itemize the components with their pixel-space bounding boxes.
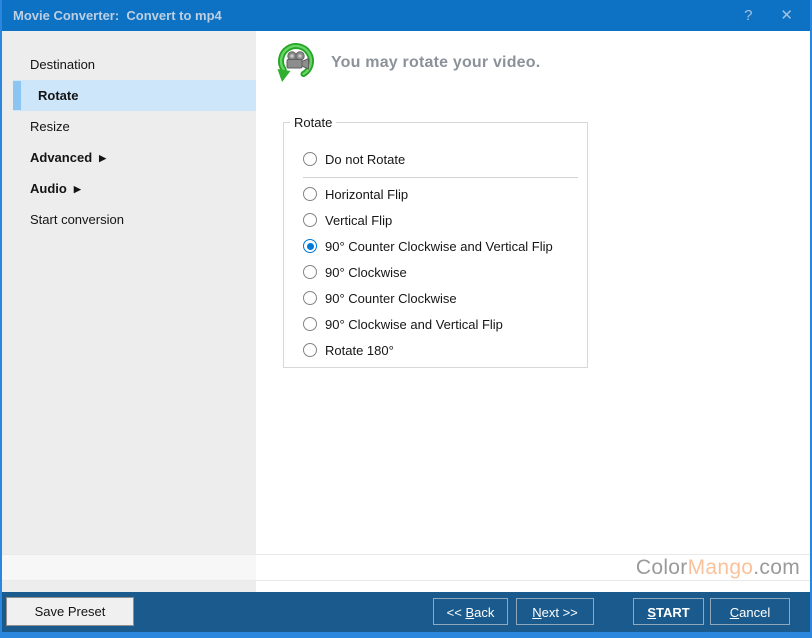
radio-90-ccw-vertical-flip[interactable]: 90° Counter Clockwise and Vertical Flip (284, 233, 587, 259)
options-divider (303, 177, 578, 178)
radio-icon[interactable] (303, 291, 317, 305)
sidebar-item-label: Advanced (30, 150, 92, 165)
radio-do-not-rotate[interactable]: Do not Rotate (284, 146, 587, 172)
radio-90-cw-vertical-flip[interactable]: 90° Clockwise and Vertical Flip (284, 311, 587, 337)
close-icon[interactable]: ✕ (780, 8, 793, 23)
movie-converter-dialog: Movie Converter: Convert to mp4 ? ✕ Dest… (0, 0, 812, 638)
radio-rotate-180[interactable]: Rotate 180° (284, 337, 587, 363)
next-button[interactable]: Next >> (516, 598, 594, 625)
radio-90-counter-clockwise[interactable]: 90° Counter Clockwise (284, 285, 587, 311)
sidebar-item-label: Resize (30, 119, 70, 134)
back-button[interactable]: << Back (433, 598, 508, 625)
sidebar-item-audio[interactable]: Audio ▶ (13, 173, 256, 204)
chevron-right-icon: ▶ (99, 153, 106, 163)
sidebar-item-resize[interactable]: Resize (13, 111, 256, 142)
save-preset-button[interactable]: Save Preset (6, 597, 134, 626)
radio-icon[interactable] (303, 152, 317, 166)
watermark-text: ColorMango.com (636, 556, 800, 580)
radio-icon[interactable] (303, 343, 317, 357)
cancel-button[interactable]: Cancel (710, 598, 790, 625)
radio-icon[interactable] (303, 187, 317, 201)
watermark-strip: ColorMango.com (2, 554, 810, 581)
sidebar-item-label: Rotate (30, 80, 78, 111)
sidebar-item-start-conversion[interactable]: Start conversion (13, 204, 256, 235)
page-title: You may rotate your video. (331, 54, 540, 72)
help-icon[interactable]: ? (744, 8, 752, 23)
page-header: You may rotate your video. (274, 41, 540, 85)
sidebar-item-destination[interactable]: Destination (13, 49, 256, 80)
sidebar-item-advanced[interactable]: Advanced ▶ (13, 142, 256, 173)
radio-icon[interactable] (303, 213, 317, 227)
sidebar-item-rotate[interactable]: Rotate (13, 80, 256, 111)
radio-horizontal-flip[interactable]: Horizontal Flip (284, 181, 587, 207)
sidebar-item-label: Destination (30, 57, 95, 72)
title-bar: Movie Converter: Convert to mp4 ? ✕ (2, 0, 810, 31)
radio-icon[interactable] (303, 317, 317, 331)
radio-90-clockwise[interactable]: 90° Clockwise (284, 259, 587, 285)
radio-vertical-flip[interactable]: Vertical Flip (284, 207, 587, 233)
titlebar-controls: ? ✕ (744, 8, 810, 23)
groupbox-label: Rotate (290, 115, 336, 130)
sidebar: Destination Rotate Resize Advanced ▶ Audi… (2, 31, 256, 592)
footer-bar: Save Preset << Back Next >> START Cancel (2, 592, 810, 632)
window-bottom-border (2, 632, 810, 638)
radio-icon[interactable] (303, 239, 317, 253)
sidebar-item-label: Audio (30, 181, 67, 196)
rotate-video-icon (274, 41, 318, 85)
window-title: Movie Converter: Convert to mp4 (2, 8, 222, 23)
chevron-right-icon: ▶ (74, 184, 81, 194)
start-button[interactable]: START (633, 598, 704, 625)
sidebar-item-label: Start conversion (30, 212, 124, 227)
radio-icon[interactable] (303, 265, 317, 279)
rotate-groupbox: Rotate Do not Rotate Horizontal Flip Ver… (283, 122, 588, 368)
rotate-options: Do not Rotate Horizontal Flip Vertical F… (284, 123, 587, 363)
